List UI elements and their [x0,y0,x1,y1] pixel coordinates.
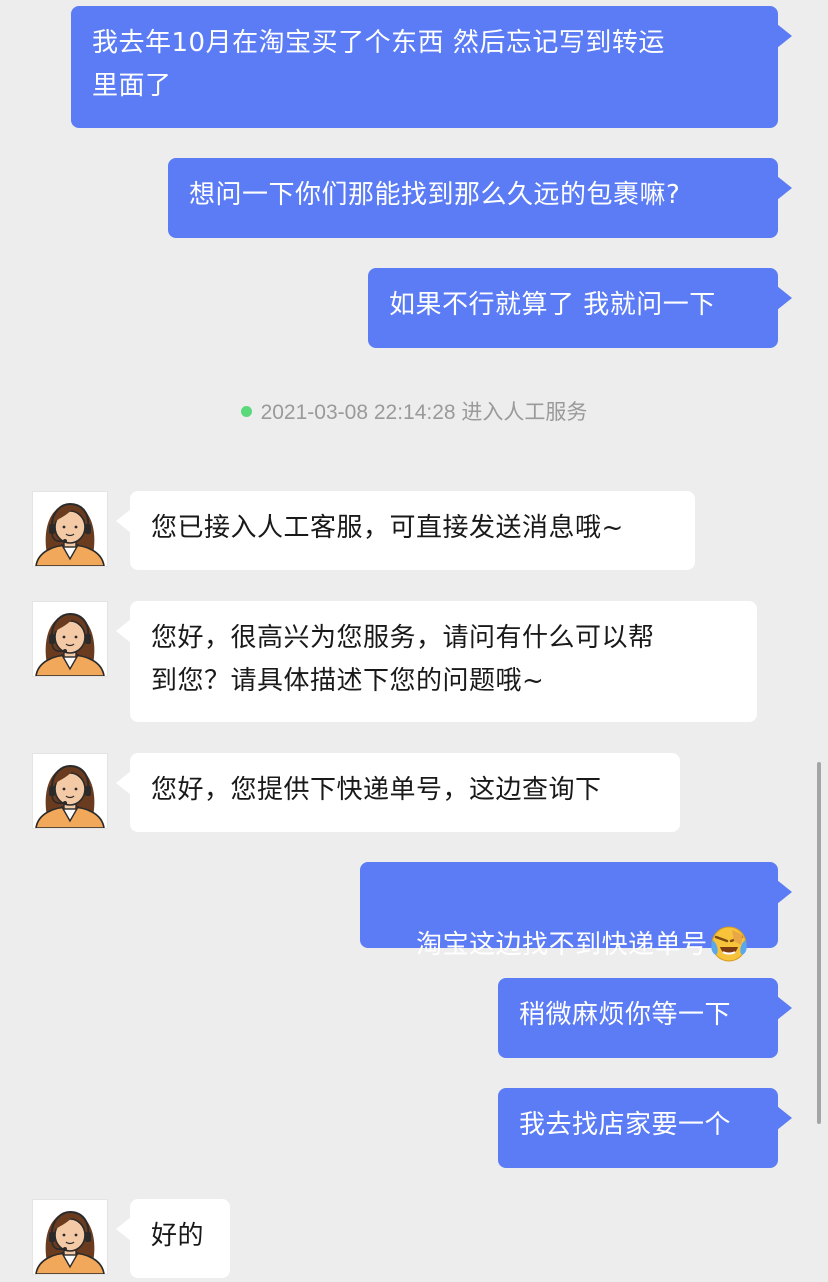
customer-service-agent-avatar-icon [33,754,107,828]
system-notice: 2021-03-08 22:14:28 进入人工服务 [0,396,828,430]
outgoing-message-bubble[interactable]: 我去找店家要一个 [498,1088,792,1168]
agent-avatar[interactable] [32,1199,108,1275]
online-status-dot-icon [240,405,252,417]
outgoing-message-text: 淘宝这边找不到快递单号 [416,930,708,960]
outgoing-message-bubble[interactable]: 淘宝这边找不到快递单号 [360,862,792,961]
customer-service-agent-avatar-icon [33,602,107,676]
face-with-tears-of-joy-emoji-icon [710,926,747,961]
chat-conversation[interactable]: 我去年10月在淘宝买了个东西 然后忘记写到转运 里面了 想问一下你们那能找到那么… [0,0,828,1282]
incoming-message-bubble[interactable]: 好的 [116,1199,230,1278]
incoming-message-bubble[interactable]: 您好，您提供下快递单号，这边查询下 [116,753,680,832]
system-notice-text: 2021-03-08 22:14:28 进入人工服务 [260,401,588,424]
agent-avatar[interactable] [32,753,108,829]
customer-service-agent-avatar-icon [33,492,107,566]
incoming-message-bubble[interactable]: 您好，很高兴为您服务，请问有什么可以帮 到您？请具体描述下您的问题哦~ [116,601,757,722]
agent-avatar[interactable] [32,491,108,567]
incoming-message-bubble[interactable]: 您已接入人工客服，可直接发送消息哦~ [116,491,695,570]
agent-avatar[interactable] [32,601,108,677]
scrollbar[interactable] [817,762,821,1124]
outgoing-message-bubble[interactable]: 稍微麻烦你等一下 [498,978,792,1058]
outgoing-message-bubble[interactable]: 想问一下你们那能找到那么久远的包裹嘛? [168,158,792,238]
outgoing-message-bubble[interactable]: 我去年10月在淘宝买了个东西 然后忘记写到转运 里面了 [71,6,792,128]
outgoing-message-bubble[interactable]: 如果不行就算了 我就问一下 [368,268,792,348]
customer-service-agent-avatar-icon [33,1200,107,1274]
